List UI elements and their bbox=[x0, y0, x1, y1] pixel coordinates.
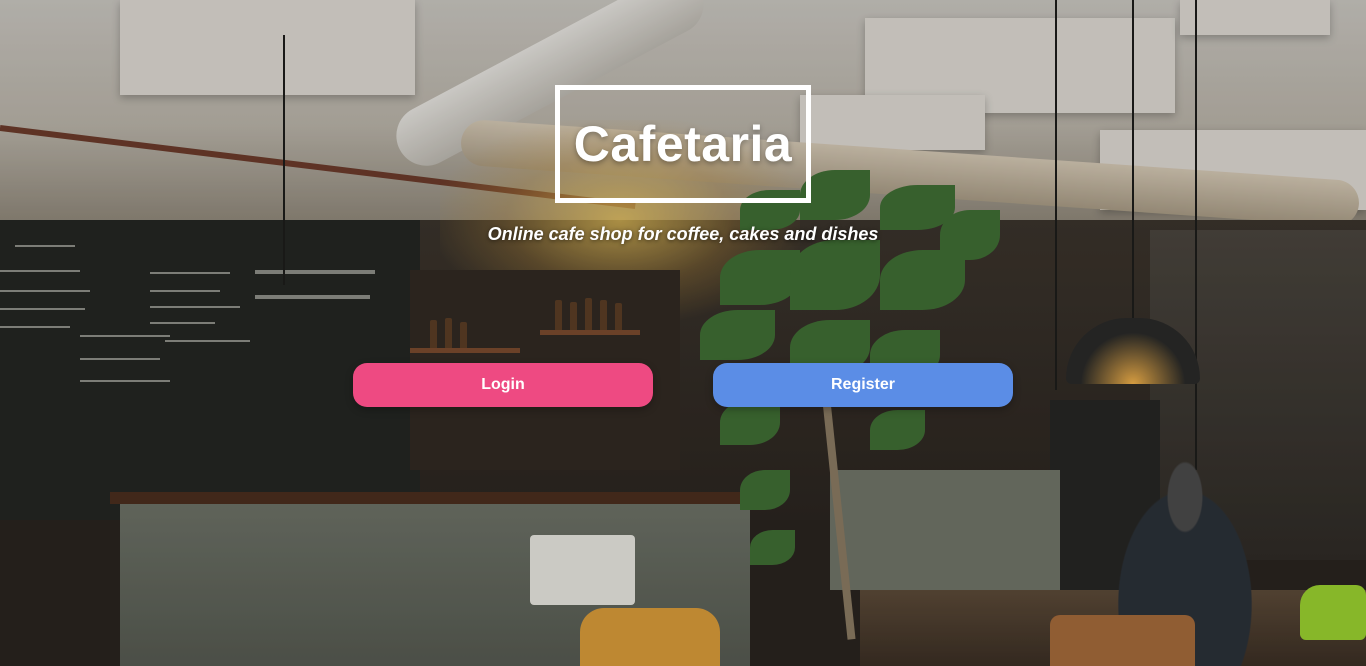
page-title: Cafetaria bbox=[573, 116, 793, 172]
page-subtitle: Online cafe shop for coffee, cakes and d… bbox=[487, 224, 879, 244]
login-button[interactable]: Login bbox=[353, 363, 653, 407]
register-button[interactable]: Register bbox=[713, 363, 1013, 407]
landing-page: Cafetaria Online cafe shop for coffee, c… bbox=[0, 0, 1366, 666]
title-box: Cafetaria bbox=[555, 85, 811, 203]
